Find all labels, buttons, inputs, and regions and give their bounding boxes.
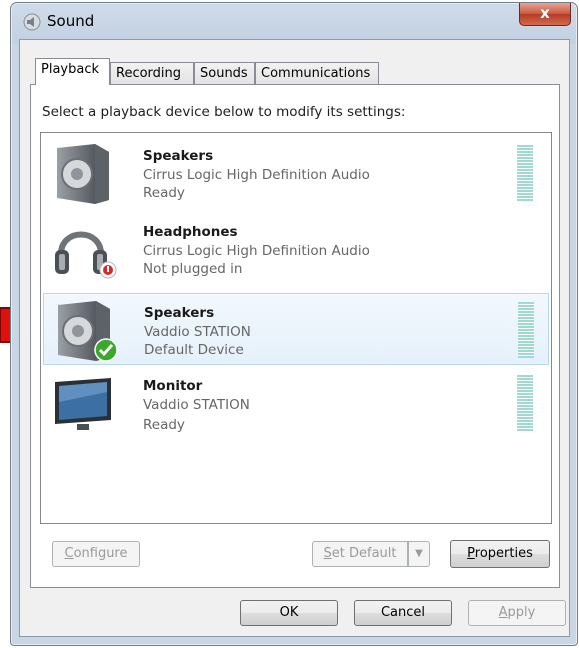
title-bar[interactable]: Sound x — [11, 3, 577, 39]
volume-level-meter — [518, 302, 534, 358]
list-item[interactable]: Speakers Cirrus Logic High Definition Au… — [43, 137, 549, 209]
device-driver: Vaddio STATION — [144, 324, 251, 340]
instruction-text: Select a playback device below to modify… — [42, 104, 406, 120]
device-list[interactable]: Speakers Cirrus Logic High Definition Au… — [40, 132, 552, 524]
device-driver: Cirrus Logic High Definition Audio — [143, 243, 370, 259]
window-title: Sound — [47, 12, 95, 30]
list-item[interactable]: Headphones Cirrus Logic High Definition … — [43, 213, 549, 285]
properties-label-rest: roperties — [474, 546, 533, 561]
device-name: Speakers — [143, 148, 214, 164]
configure-label-rest: onfigure — [73, 546, 128, 561]
apply-label-rest: pply — [507, 605, 536, 620]
device-name: Headphones — [143, 224, 238, 240]
list-item[interactable]: Speakers Vaddio STATION Default Device — [43, 293, 549, 365]
tab-playback[interactable]: Playback — [35, 58, 110, 85]
set-default-button[interactable]: Set Default — [312, 541, 408, 567]
cancel-button[interactable]: Cancel — [354, 600, 452, 626]
device-status: Default Device — [144, 342, 244, 358]
unplugged-icon — [99, 261, 117, 279]
ok-button[interactable]: OK — [240, 600, 338, 626]
volume-level-meter — [517, 375, 533, 431]
close-button[interactable]: x — [519, 3, 571, 26]
apply-mnemonic: A — [498, 605, 508, 620]
set-default-dropdown-button[interactable]: ▼ — [408, 541, 430, 567]
device-status: Ready — [143, 185, 185, 201]
device-name: Monitor — [143, 378, 203, 394]
properties-mnemonic: P — [467, 546, 475, 561]
tab-recording[interactable]: Recording — [110, 62, 194, 84]
device-status: Not plugged in — [143, 261, 243, 277]
device-driver: Vaddio STATION — [143, 397, 250, 413]
apply-button[interactable]: Apply — [468, 600, 566, 626]
configure-mnemonic: C — [64, 546, 74, 561]
chevron-down-icon: ▼ — [415, 548, 423, 559]
device-driver: Cirrus Logic High Definition Audio — [143, 167, 370, 183]
device-name: Speakers — [144, 305, 215, 321]
set-default-label-rest: et Default — [331, 546, 397, 561]
tab-sounds[interactable]: Sounds — [194, 62, 255, 84]
volume-level-meter — [517, 145, 533, 201]
sound-app-icon — [23, 13, 41, 31]
speaker-icon — [57, 144, 109, 204]
default-device-check-icon — [94, 338, 118, 362]
tab-communications[interactable]: Communications — [255, 62, 379, 84]
set-default-mnemonic: S — [323, 546, 332, 561]
monitor-icon — [55, 378, 111, 430]
list-item[interactable]: Monitor Vaddio STATION Ready — [43, 367, 549, 439]
device-status: Ready — [143, 417, 185, 433]
properties-button[interactable]: Properties — [450, 540, 550, 568]
configure-button[interactable]: Configure — [52, 541, 140, 567]
